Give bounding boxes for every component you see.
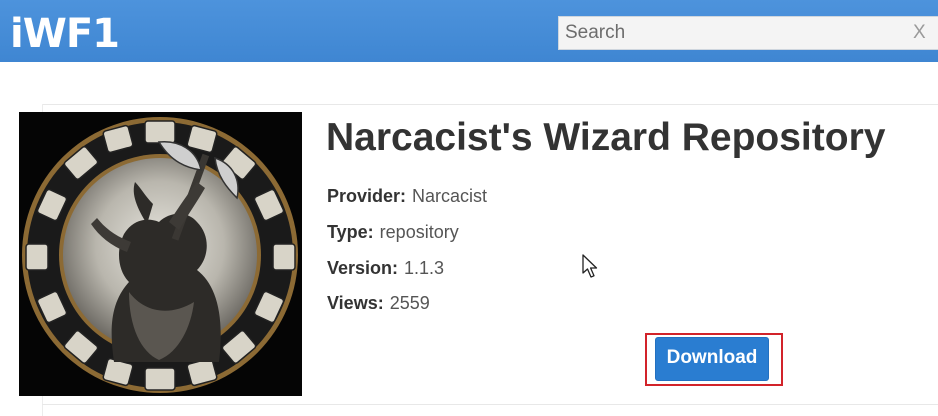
search-input[interactable] (559, 17, 911, 49)
meta-views: Views: 2559 (327, 292, 430, 314)
meta-type-label: Type: (327, 222, 374, 242)
addon-thumbnail[interactable] (19, 112, 302, 396)
search-clear-icon[interactable]: X (913, 22, 926, 44)
addon-title: Narcacist's Wizard Repository (326, 116, 886, 159)
meta-version-value: 1.1.3 (404, 258, 445, 278)
meta-provider-value: Narcacist (412, 186, 488, 206)
card-top-divider (42, 104, 938, 105)
meta-views-value: 2559 (389, 293, 430, 313)
meta-version: Version: 1.1.3 (327, 257, 444, 279)
meta-type: Type: repository (327, 221, 459, 243)
card-bottom-divider (42, 404, 938, 405)
download-button[interactable]: Download (655, 337, 769, 381)
meta-provider: Provider: Narcacist (327, 185, 487, 207)
axe-warrior-emblem-icon (19, 112, 302, 396)
meta-views-label: Views: (327, 293, 384, 313)
mouse-cursor-icon (582, 254, 598, 278)
logo-text: iWF1 (10, 11, 120, 57)
search-box: X (558, 16, 938, 50)
meta-version-label: Version: (327, 258, 399, 278)
site-logo[interactable]: iWF1 (10, 11, 120, 57)
meta-provider-label: Provider: (327, 186, 407, 206)
top-header: iWF1 X (0, 0, 938, 62)
meta-type-value: repository (379, 222, 459, 242)
